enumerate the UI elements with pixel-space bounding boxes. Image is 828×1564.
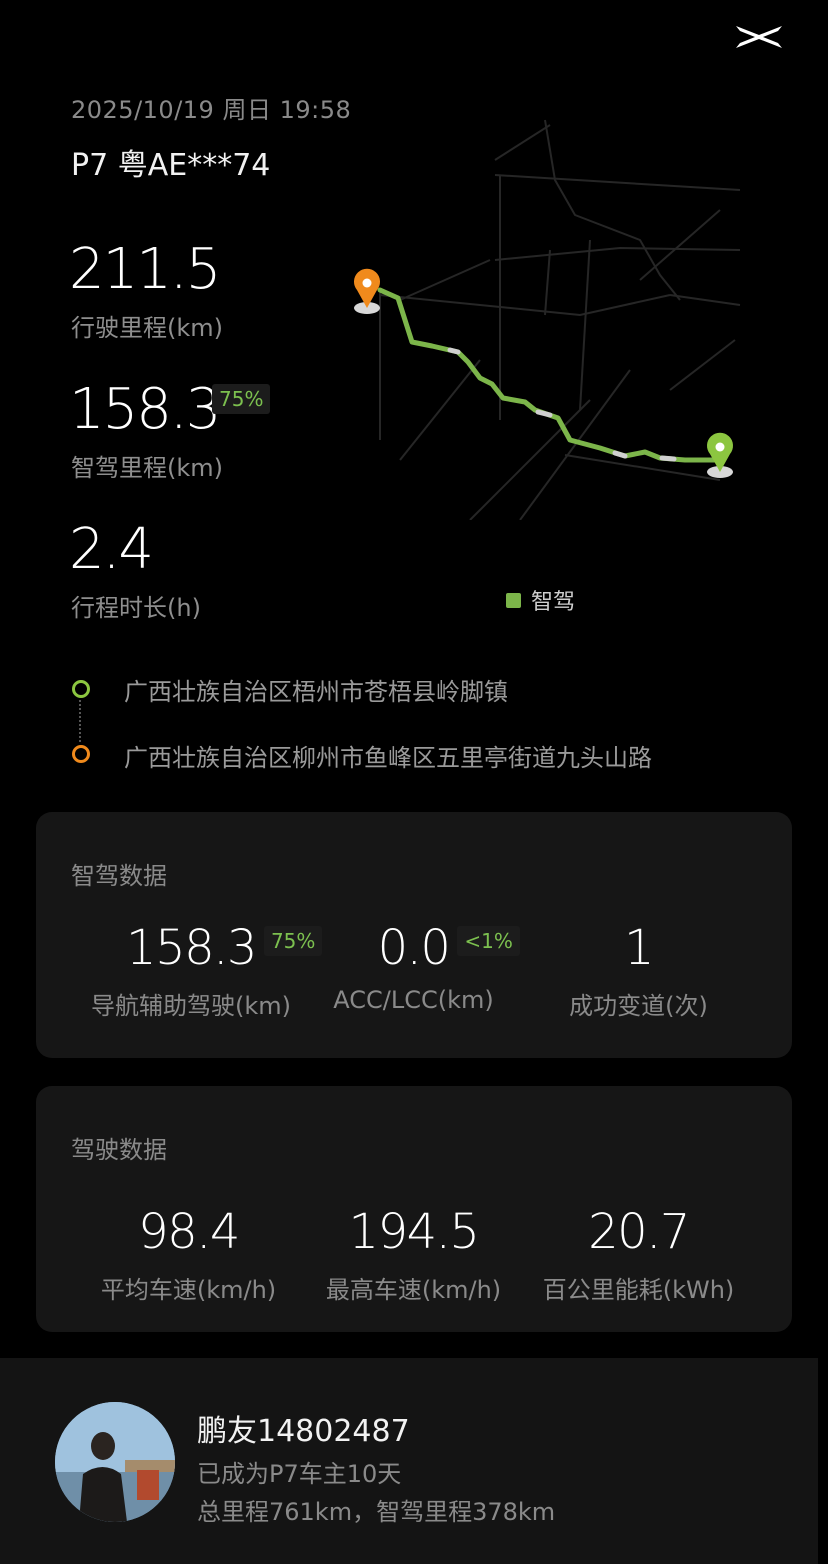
route-connector — [79, 700, 81, 742]
max-speed-stat: 194.5 最高车速(km/h) — [301, 1208, 526, 1305]
acc-lcc-stat: 0.0 <1% ACC/LCC(km) — [316, 924, 520, 1014]
lane-change-label: 成功变道(次) — [569, 992, 708, 1020]
distance-value: 211.5 — [69, 237, 221, 302]
max-speed-value: 194.5 — [348, 1204, 480, 1260]
route-map[interactable] — [340, 100, 760, 520]
map-legend: 智驾 — [506, 584, 575, 616]
legend-swatch — [506, 592, 521, 608]
smart-distance-value: 158.3 — [69, 377, 221, 442]
avg-speed-stat: 98.4 平均车速(km/h) — [76, 1208, 301, 1305]
driving-data-card: 驾驶数据 98.4 平均车速(km/h) 194.5 最高车速(km/h) 20… — [36, 1086, 792, 1332]
vehicle-plate: P7 粤AE***74 — [71, 148, 271, 183]
nav-assist-stat: 158.3 75% 导航辅助驾驶(km) — [76, 924, 323, 1021]
duration-label: 行程时长(h) — [71, 594, 201, 622]
energy-stat: 20.7 百公里能耗(kWh) — [526, 1208, 751, 1305]
end-address: 广西壮族自治区柳州市鱼峰区五里亭街道九头山路 — [124, 744, 652, 772]
avg-speed-value: 98.4 — [138, 1204, 240, 1260]
legend-label: 智驾 — [531, 590, 576, 615]
avg-speed-label: 平均车速(km/h) — [100, 1276, 277, 1304]
nav-assist-label: 导航辅助驾驶(km) — [90, 992, 291, 1020]
route-gaps — [447, 347, 677, 462]
avatar[interactable] — [55, 1402, 175, 1522]
acc-lcc-percent-badge: <1% — [457, 926, 520, 956]
end-dot-icon — [72, 745, 90, 763]
user-name[interactable]: 鹏友14802487 — [197, 1406, 410, 1450]
distance-label: 行驶里程(km) — [71, 314, 224, 342]
smart-drive-card: 智驾数据 158.3 75% 导航辅助驾驶(km) 0.0 <1% ACC/LC… — [36, 812, 792, 1058]
smart-distance-label: 智驾里程(km) — [71, 454, 224, 482]
user-profile-footer[interactable]: 鹏友14802487 已成为P7车主10天 总里程761km，智驾里程378km — [0, 1358, 818, 1564]
lane-change-value: 1 — [623, 920, 655, 976]
lane-change-stat: 1 成功变道(次) — [541, 924, 736, 1021]
nav-assist-value: 158.3 — [126, 920, 257, 976]
brand-logo-icon — [736, 26, 782, 48]
start-dot-icon — [72, 680, 90, 698]
trip-datetime: 2025/10/19 周日 19:58 — [71, 96, 352, 124]
acc-lcc-label: ACC/LCC(km) — [333, 986, 494, 1014]
nav-assist-percent-badge: 75% — [263, 926, 323, 956]
energy-label: 百公里能耗(kWh) — [542, 1276, 735, 1304]
user-total-mileage: 总里程761km，智驾里程378km — [197, 1498, 556, 1526]
acc-lcc-value: 0.0 — [377, 920, 451, 976]
smart-distance-percent-badge: 75% — [212, 384, 271, 414]
start-marker-icon — [354, 268, 380, 314]
duration-value: 2.4 — [69, 517, 154, 582]
avatar-photo-icon — [55, 1402, 175, 1522]
drive-card-title: 驾驶数据 — [71, 1136, 167, 1164]
owner-duration: 已成为P7车主10天 — [197, 1460, 402, 1488]
smart-drive-route — [377, 287, 718, 463]
max-speed-label: 最高车速(km/h) — [325, 1276, 502, 1304]
start-address: 广西壮族自治区梧州市苍梧县岭脚镇 — [124, 678, 508, 706]
end-marker-icon — [707, 432, 733, 478]
smart-card-title: 智驾数据 — [71, 862, 167, 890]
energy-value: 20.7 — [588, 1204, 690, 1260]
